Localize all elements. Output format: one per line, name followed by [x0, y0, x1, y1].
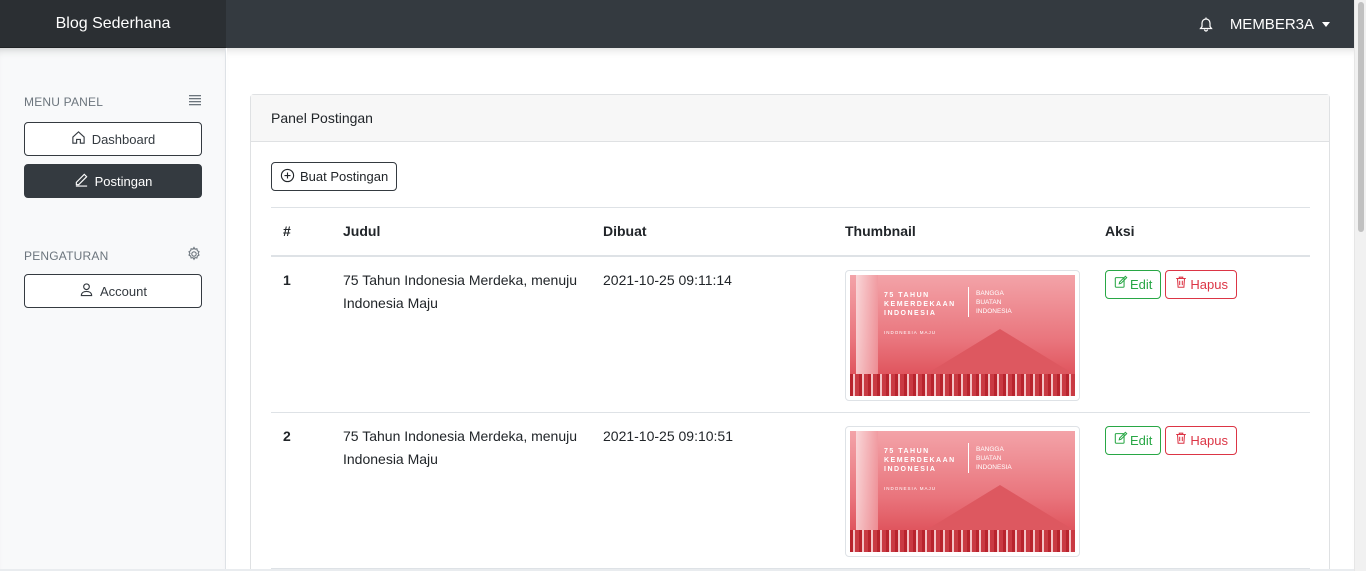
sidebar-item-label: Account — [100, 283, 147, 299]
pencil-icon — [74, 172, 89, 190]
post-created: 2021-10-25 09:10:51 — [591, 412, 833, 569]
actions-cell: Edit Hapus — [1093, 412, 1310, 569]
plus-circle-icon — [280, 168, 295, 186]
actions-cell: Edit Hapus — [1093, 256, 1310, 413]
thumbnail-line: KEMERDEKAAN — [884, 456, 956, 464]
crowd-graphic — [850, 374, 1075, 396]
row-actions: Edit Hapus — [1105, 270, 1298, 299]
post-created: 2021-10-25 09:11:14 — [591, 256, 833, 413]
edit-label: Edit — [1130, 432, 1153, 448]
thumbnail-line: INDONESIA — [976, 308, 1012, 315]
thumbnail-line: BUATAN — [976, 299, 1002, 306]
thumbnail-cell: 75 TAHUN KEMERDEKAAN INDONESIA BANGGA BU… — [833, 256, 1093, 413]
trash-icon — [1174, 273, 1188, 296]
thumbnail-line: 75 TAHUN — [884, 292, 930, 299]
thumbnail-line: 75 TAHUN — [884, 447, 930, 455]
menu-panel-label: MENU PANEL — [24, 94, 104, 109]
panel-header: Panel Postingan — [251, 95, 1329, 142]
trash-icon — [1174, 429, 1188, 452]
delete-label: Hapus — [1190, 277, 1228, 292]
scrollbar-thumb[interactable] — [1358, 2, 1364, 232]
row-actions: Edit Hapus — [1105, 425, 1298, 455]
thumbnail-line: KEMERDEKAAN — [884, 301, 956, 308]
top-navbar: Blog Sederhana MEMBER3A — [0, 0, 1354, 48]
create-post-button[interactable]: Buat Postingan — [271, 162, 398, 191]
table-row: 1 75 Tahun Indonesia Merdeka, menuju Ind… — [271, 256, 1310, 413]
brand-title[interactable]: Blog Sederhana — [0, 0, 226, 48]
posts-table: # Judul Dibuat Thumbnail Aksi 1 75 Tahun… — [271, 207, 1310, 569]
thumbnail-line: INDONESIA — [884, 310, 937, 317]
home-icon — [71, 130, 86, 148]
person-icon — [79, 282, 94, 300]
sidebar-item-postingan[interactable]: Postingan — [24, 164, 202, 198]
delete-label: Hapus — [1190, 432, 1228, 448]
row-number: 1 — [271, 256, 331, 413]
thumbnail-line: INDONESIA — [884, 465, 937, 473]
delete-button[interactable]: Hapus — [1165, 270, 1237, 299]
column-header: # — [271, 207, 331, 257]
thumbnail-text-left: 75 TAHUN KEMERDEKAAN INDONESIA — [884, 291, 956, 318]
thumbnail-line: INDONESIA — [976, 463, 1012, 471]
table-header-row: # Judul Dibuat Thumbnail Aksi — [271, 207, 1310, 257]
post-thumbnail: 75 TAHUN KEMERDEKAAN INDONESIA BANGGA BU… — [845, 425, 1080, 557]
thumbnail-cell: 75 TAHUN KEMERDEKAAN INDONESIA BANGGA BU… — [833, 412, 1093, 569]
thumbnail-image: 75 TAHUN KEMERDEKAAN INDONESIA BANGGA BU… — [850, 275, 1075, 396]
thumbnail-text-left: 75 TAHUN KEMERDEKAAN INDONESIA — [884, 447, 956, 474]
edit-icon — [1114, 273, 1128, 296]
table-row: 2 75 Tahun Indonesia Merdeka, menuju Ind… — [271, 412, 1310, 569]
column-header: Judul — [331, 207, 591, 257]
sidebar: MENU PANEL Dashboard Postingan PENGATURA… — [0, 48, 226, 571]
edit-label: Edit — [1130, 277, 1153, 292]
menu-panel-heading: MENU PANEL — [24, 94, 202, 109]
column-header: Thumbnail — [833, 207, 1093, 257]
create-post-label: Buat Postingan — [300, 169, 389, 184]
thumbnail-line: BUATAN — [976, 454, 1002, 462]
thumbnail-text-right: BANGGA BUATAN INDONESIA — [976, 445, 1012, 472]
thumbnail-divider — [968, 287, 969, 317]
thumbnail-text-right: BANGGA BUATAN INDONESIA — [976, 289, 1012, 316]
thumbnail-line: BANGGA — [976, 290, 1004, 297]
thumbnail-line: BANGGA — [976, 445, 1004, 453]
settings-label: PENGATURAN — [24, 248, 109, 263]
page-scrollbar[interactable] — [1354, 0, 1366, 571]
sidebar-item-label: Postingan — [94, 173, 153, 189]
sidebar-item-dashboard[interactable]: Dashboard — [24, 122, 202, 156]
column-header: Dibuat — [591, 207, 833, 257]
post-title: 75 Tahun Indonesia Merdeka, menuju Indon… — [331, 412, 591, 569]
edit-button[interactable]: Edit — [1105, 270, 1162, 299]
posts-panel: Panel Postingan Buat Postingan # Judul D… — [250, 94, 1330, 571]
delete-button[interactable]: Hapus — [1165, 425, 1237, 455]
panel-title: Panel Postingan — [271, 110, 373, 126]
user-name: MEMBER3A — [1229, 15, 1314, 33]
row-number: 2 — [271, 412, 331, 569]
post-thumbnail: 75 TAHUN KEMERDEKAAN INDONESIA BANGGA BU… — [845, 270, 1080, 401]
edit-icon — [1114, 429, 1128, 452]
user-dropdown[interactable]: MEMBER3A — [1230, 16, 1330, 33]
post-title: 75 Tahun Indonesia Merdeka, menuju Indon… — [331, 256, 591, 413]
thumbnail-image: 75 TAHUN KEMERDEKAAN INDONESIA BANGGA BU… — [850, 430, 1075, 552]
settings-heading: PENGATURAN — [24, 246, 202, 265]
gear-icon[interactable] — [186, 246, 202, 265]
crowd-graphic — [850, 529, 1075, 552]
sidebar-item-account[interactable]: Account — [24, 274, 202, 308]
sidebar-item-label: Dashboard — [91, 131, 156, 147]
topbar-right: MEMBER3A — [1198, 0, 1330, 48]
edit-button[interactable]: Edit — [1105, 425, 1162, 455]
column-header: Aksi — [1093, 207, 1310, 257]
bell-icon[interactable] — [1198, 16, 1214, 32]
main-content: Panel Postingan Buat Postingan # Judul D… — [227, 48, 1354, 571]
caret-down-icon — [1322, 21, 1330, 27]
list-icon[interactable] — [188, 94, 202, 109]
thumbnail-divider — [968, 442, 969, 473]
